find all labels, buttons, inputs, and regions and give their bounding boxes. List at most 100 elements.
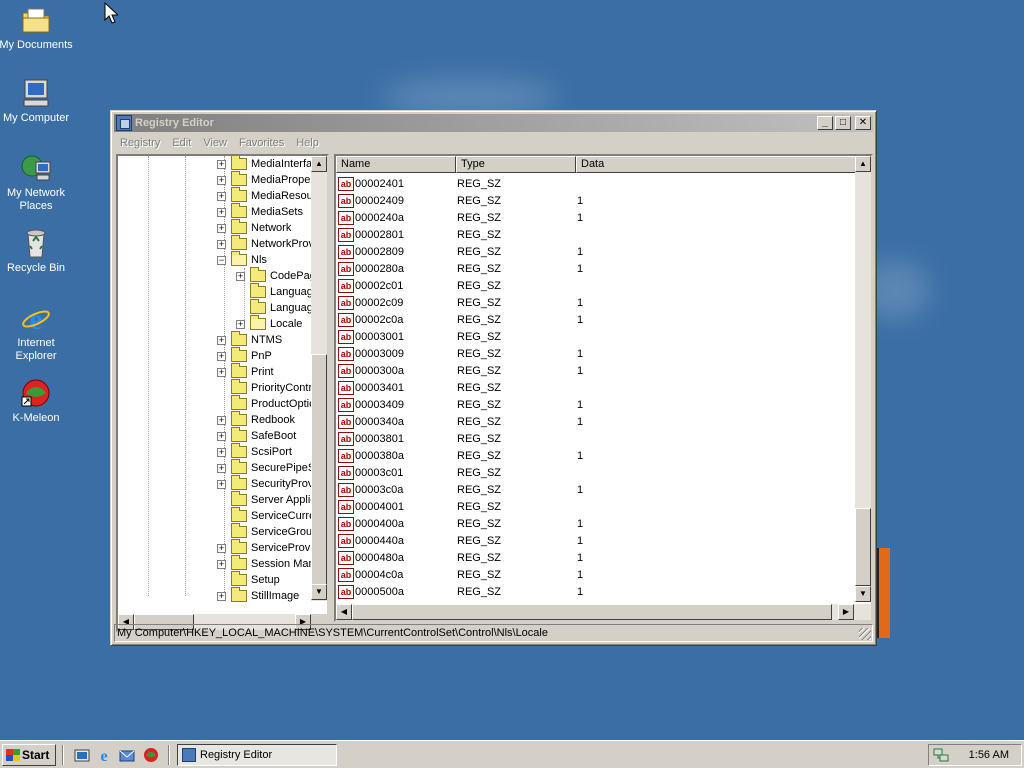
tree-key[interactable]: + CodePag: [236, 267, 316, 284]
tree-key[interactable]: ServiceCurre: [217, 507, 315, 524]
tree-key[interactable]: Server Applic: [217, 491, 316, 508]
value-row[interactable]: ab 00003401 REG_SZ: [338, 379, 677, 396]
scrollbar-thumb[interactable]: [352, 604, 832, 620]
expand-icon[interactable]: +: [236, 271, 245, 281]
tree-key[interactable]: + ServiceProvic: [217, 539, 318, 556]
value-row[interactable]: ab 00003409 REG_SZ 1: [338, 396, 677, 413]
desktop-icon-recycle-bin[interactable]: Recycle Bin: [0, 227, 74, 275]
tree-key[interactable]: ProductOptic: [217, 395, 315, 412]
value-row[interactable]: ab 00003009 REG_SZ 1: [338, 345, 677, 362]
tree-key[interactable]: PriorityContr: [217, 379, 312, 396]
tree-key[interactable]: + Locale: [236, 315, 302, 332]
tree-key[interactable]: + SecurityProv: [217, 475, 313, 492]
value-row[interactable]: ab 00004c0a REG_SZ 1: [338, 566, 677, 583]
outlook-express-icon[interactable]: [119, 747, 135, 763]
tree-key[interactable]: + MediaProperl: [217, 171, 316, 188]
value-row[interactable]: ab 00002809 REG_SZ 1: [338, 243, 677, 260]
scroll-up-arrow-icon[interactable]: ▲: [855, 156, 871, 172]
expand-icon[interactable]: +: [217, 335, 226, 345]
scrollbar-thumb[interactable]: [311, 354, 327, 594]
value-row[interactable]: ab 0000440a REG_SZ 1: [338, 532, 677, 549]
list-vertical-scrollbar[interactable]: ▲ ▼: [855, 156, 871, 602]
desktop-icon-k-meleon[interactable]: K-Meleon: [0, 377, 74, 425]
expand-icon[interactable]: +: [217, 447, 226, 457]
expand-icon[interactable]: +: [217, 559, 226, 569]
tree-key[interactable]: + NetworkProv: [217, 235, 314, 252]
expand-icon[interactable]: +: [217, 239, 226, 249]
expand-icon[interactable]: +: [217, 463, 226, 473]
expand-icon[interactable]: +: [217, 207, 226, 217]
value-row[interactable]: ab 0000400a REG_SZ 1: [338, 515, 677, 532]
tree-key[interactable]: ServiceGroup: [217, 523, 318, 540]
network-connection-icon[interactable]: [933, 747, 949, 763]
registry-editor-window[interactable]: Registry Editor _ □ ✕ Registry Edit View…: [110, 110, 877, 646]
scroll-right-arrow-icon[interactable]: ▶: [838, 604, 854, 620]
clock[interactable]: 1:56 AM: [969, 749, 1009, 761]
scroll-down-arrow-icon[interactable]: ▼: [855, 586, 871, 602]
scroll-left-arrow-icon[interactable]: ◀: [336, 604, 352, 620]
value-row[interactable]: ab 00004001 REG_SZ: [338, 498, 677, 515]
desktop-icon-internet-explorer[interactable]: e Internet Explorer: [0, 302, 74, 363]
maximize-button[interactable]: □: [835, 116, 851, 130]
expand-icon[interactable]: +: [217, 223, 226, 233]
menu-edit[interactable]: Edit: [166, 137, 197, 149]
value-row[interactable]: ab 00003801 REG_SZ: [338, 430, 677, 447]
value-row[interactable]: ab 0000280a REG_SZ 1: [338, 260, 677, 277]
collapse-icon[interactable]: −: [217, 255, 226, 265]
key-tree-pane[interactable]: + MediaInterfa + MediaProperl + MediaResour + M…: [116, 154, 329, 632]
tree-key[interactable]: + SafeBoot: [217, 427, 296, 444]
expand-icon[interactable]: +: [217, 351, 226, 361]
tree-key[interactable]: − Nls: [217, 251, 267, 268]
expand-icon[interactable]: +: [217, 415, 226, 425]
expand-icon[interactable]: +: [217, 543, 226, 553]
k-meleon-icon[interactable]: [143, 747, 159, 763]
tree-key[interactable]: Languag: [236, 283, 313, 300]
value-row[interactable]: ab 00003c01 REG_SZ: [338, 464, 677, 481]
expand-icon[interactable]: +: [217, 175, 226, 185]
tree-key[interactable]: Languag: [236, 299, 313, 316]
tree-key[interactable]: + MediaInterfa: [217, 156, 312, 172]
tree-key[interactable]: + Session Mana: [217, 555, 321, 572]
close-button[interactable]: ✕: [855, 116, 871, 130]
list-horizontal-scrollbar[interactable]: ◀ ▶: [336, 604, 871, 620]
tree-vertical-scrollbar[interactable]: ▲ ▼: [311, 156, 327, 601]
expand-icon[interactable]: +: [217, 431, 226, 441]
expand-icon[interactable]: +: [217, 591, 226, 601]
value-row[interactable]: ab 00002c0a REG_SZ 1: [338, 311, 677, 328]
internet-explorer-icon[interactable]: e: [96, 747, 112, 763]
tree-key[interactable]: + Redbook: [217, 411, 295, 428]
value-row[interactable]: ab 00002c01 REG_SZ: [338, 277, 677, 294]
value-row[interactable]: ab 00002409 REG_SZ 1: [338, 192, 677, 209]
value-row[interactable]: ab 0000240a REG_SZ 1: [338, 209, 677, 226]
value-row[interactable]: ab 0000380a REG_SZ 1: [338, 447, 677, 464]
tree-key[interactable]: + PnP: [217, 347, 272, 364]
scroll-down-arrow-icon[interactable]: ▼: [311, 584, 327, 600]
column-header-type[interactable]: Type: [456, 156, 576, 173]
tree-key[interactable]: + ScsiPort: [217, 443, 292, 460]
tree-key[interactable]: + NTMS: [217, 331, 282, 348]
menu-registry[interactable]: Registry: [114, 137, 166, 149]
value-row[interactable]: ab 0000340a REG_SZ 1: [338, 413, 677, 430]
desktop-icon-network-places[interactable]: My Network Places: [0, 152, 74, 213]
title-bar[interactable]: Registry Editor _ □ ✕: [114, 114, 873, 132]
value-row[interactable]: ab 0000480a REG_SZ 1: [338, 549, 677, 566]
value-row[interactable]: ab 00002401 REG_SZ: [338, 175, 677, 192]
value-row[interactable]: ab 00002801 REG_SZ: [338, 226, 677, 243]
values-list-pane[interactable]: Name Type Data ab 00002401 REG_SZ ab 0000240…: [334, 154, 873, 622]
start-button[interactable]: Start: [2, 744, 56, 766]
expand-icon[interactable]: +: [217, 479, 226, 489]
taskbar-button-registry-editor[interactable]: Registry Editor: [177, 744, 337, 766]
desktop-icon-my-documents[interactable]: My Documents: [0, 4, 74, 52]
value-row[interactable]: ab 0000500a REG_SZ 1: [338, 583, 677, 600]
value-row[interactable]: ab 00003c0a REG_SZ 1: [338, 481, 677, 498]
tree-key[interactable]: Setup: [217, 571, 280, 588]
tree-key[interactable]: + MediaResour: [217, 187, 316, 204]
scrollbar-thumb[interactable]: [855, 508, 871, 586]
resize-grip-icon[interactable]: [859, 628, 871, 640]
column-header-data[interactable]: Data: [576, 156, 857, 173]
tree-key[interactable]: + Network: [217, 219, 291, 236]
value-row[interactable]: ab 0000300a REG_SZ 1: [338, 362, 677, 379]
minimize-button[interactable]: _: [817, 116, 833, 130]
column-header-name[interactable]: Name: [336, 156, 456, 173]
value-row[interactable]: ab 00003001 REG_SZ: [338, 328, 677, 345]
